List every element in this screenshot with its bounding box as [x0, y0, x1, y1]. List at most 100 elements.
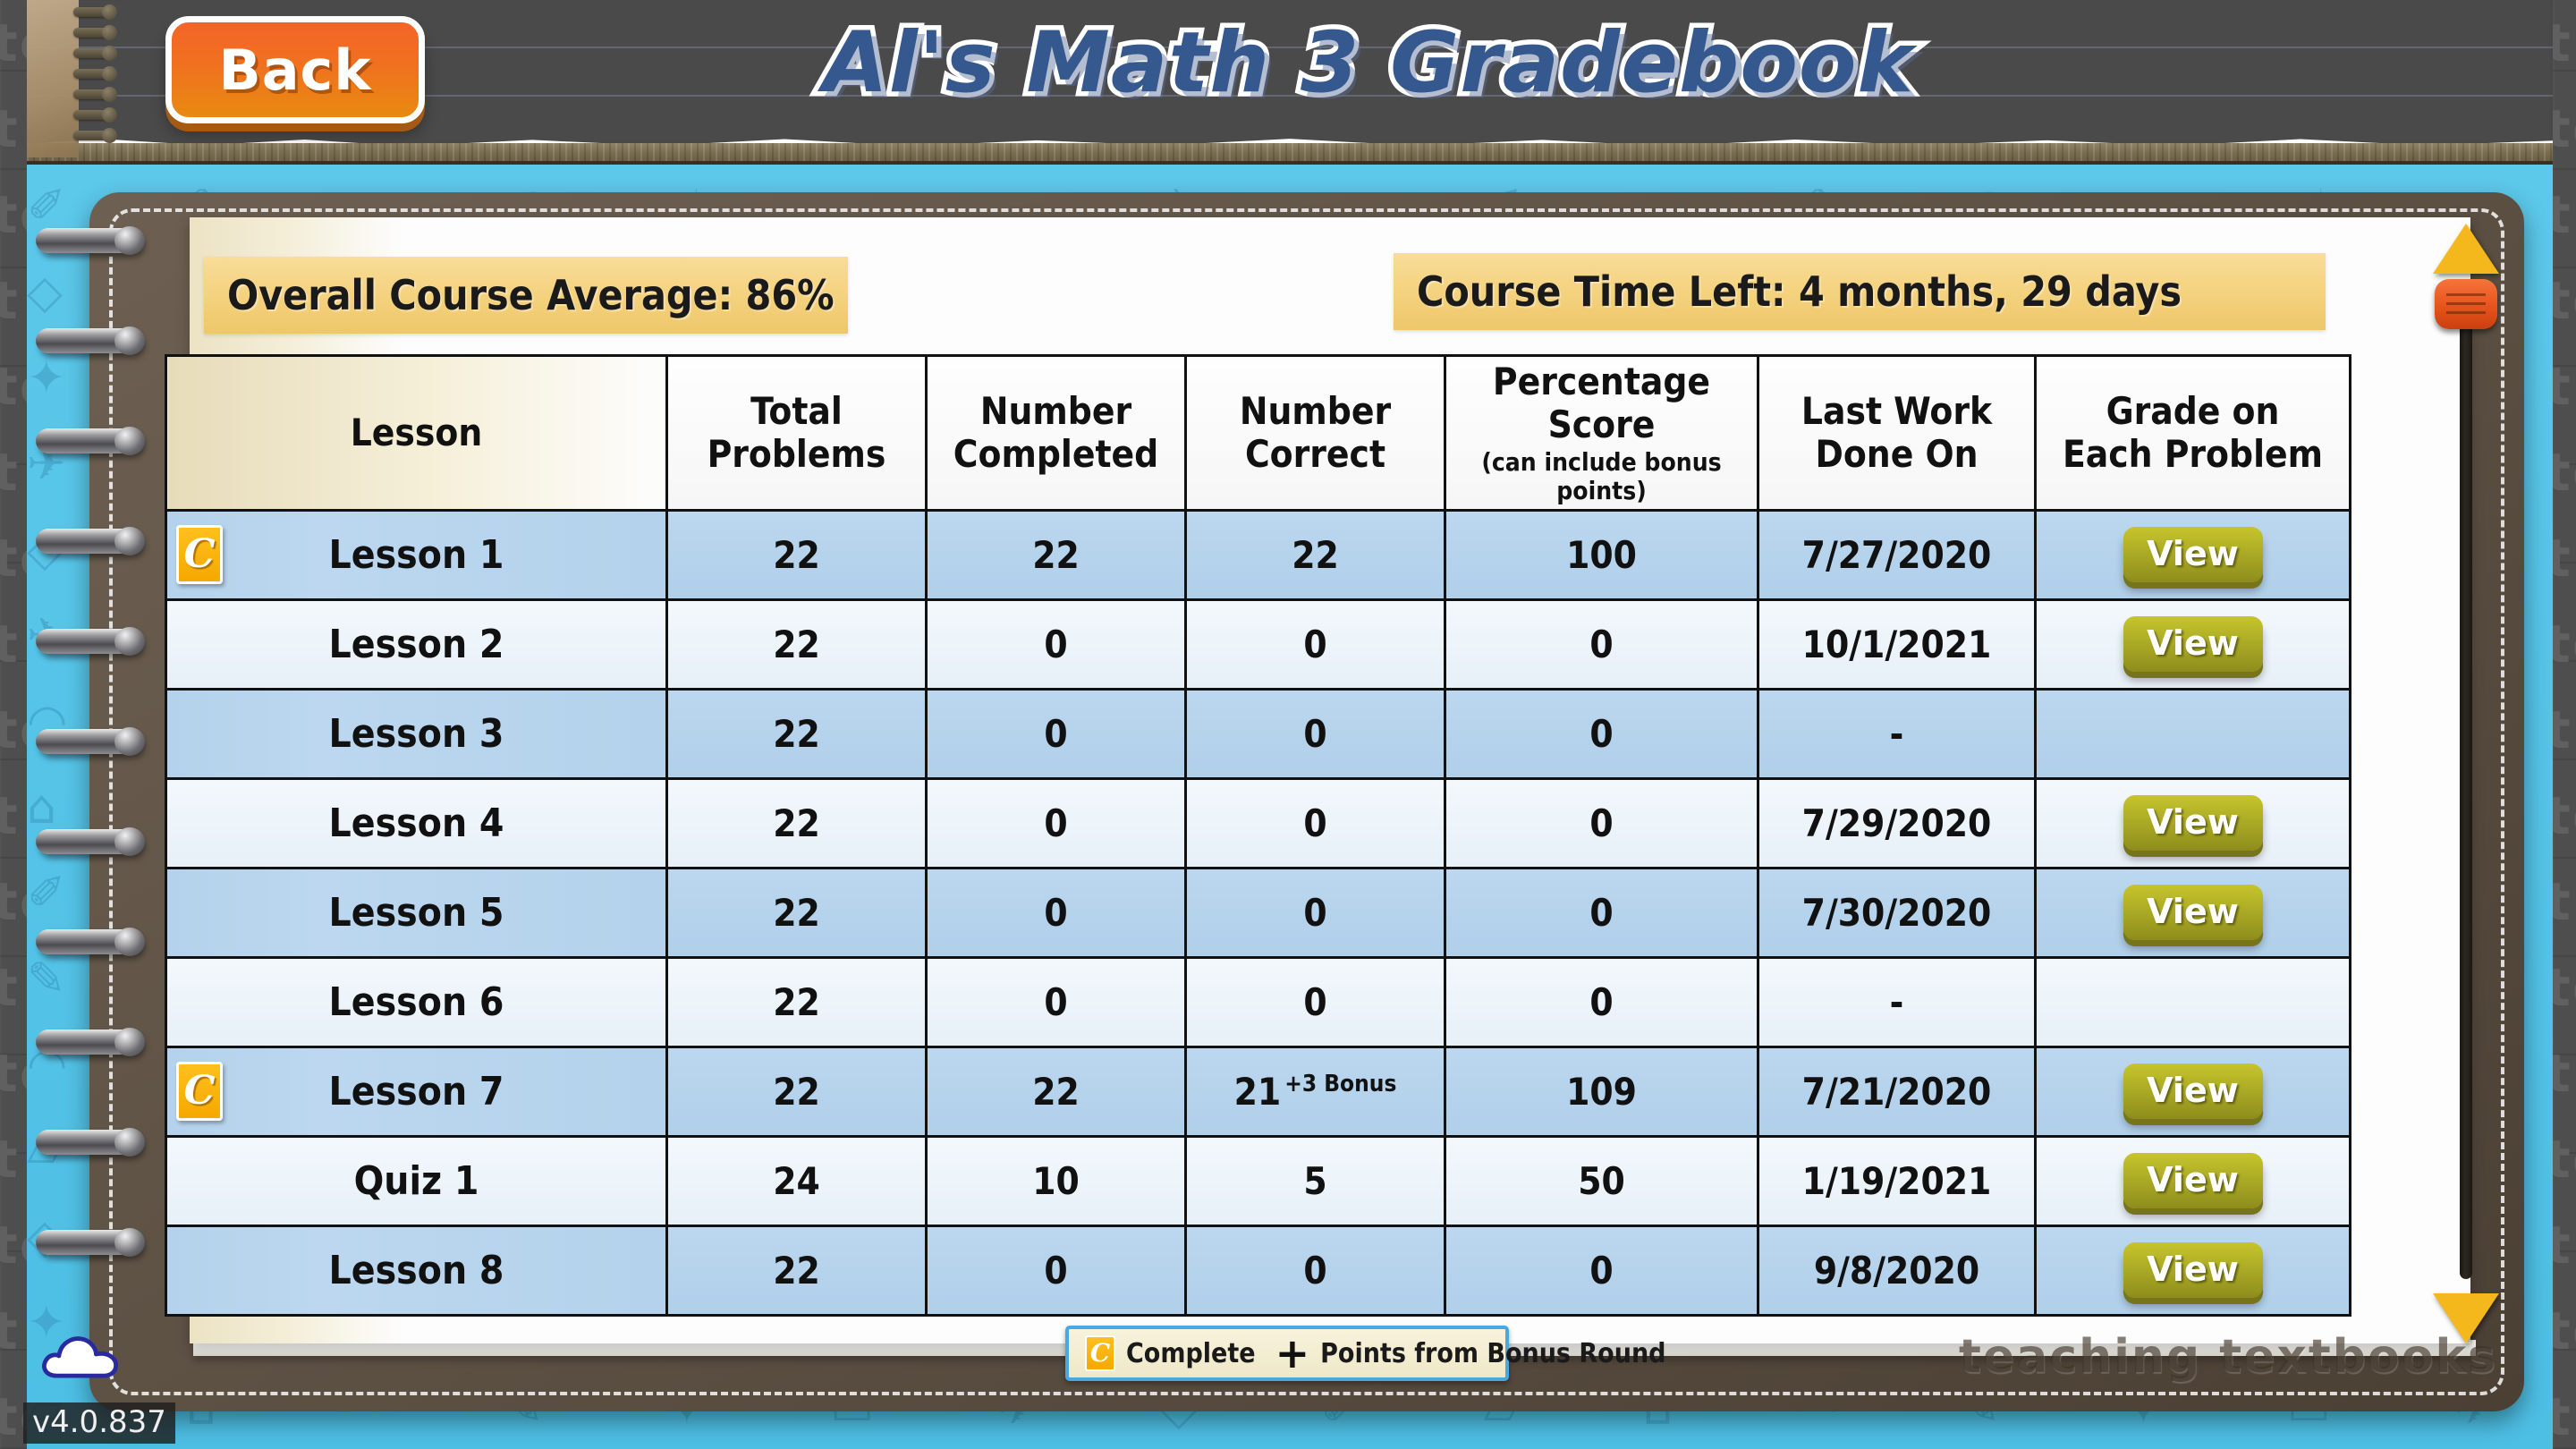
- cell-number-completed: 22: [925, 508, 1187, 601]
- cell-percentage-score: 100: [1444, 508, 1759, 601]
- col-header-number-completed: Number Completed: [925, 354, 1187, 512]
- col-label-total-line2: Problems: [707, 431, 886, 476]
- cell-total-problems: 22: [665, 866, 928, 959]
- cell-lesson: Lesson 3: [165, 687, 668, 780]
- cell-number-completed: 0: [925, 687, 1187, 780]
- cell-lesson: C Lesson 1: [165, 508, 668, 601]
- col-label-percent-line1: Percentage Score: [1492, 360, 1711, 446]
- cell-last-work-done-on: 7/29/2020: [1757, 776, 2037, 869]
- number-correct-value: 21: [1233, 1069, 1282, 1114]
- cell-last-work-done-on: 7/27/2020: [1757, 508, 2037, 601]
- cell-total-problems: 22: [665, 776, 928, 869]
- overall-average-banner: Overall Course Average: 86%: [204, 257, 848, 334]
- cell-grade-each-problem: [2034, 955, 2351, 1048]
- view-button[interactable]: View: [2123, 795, 2263, 852]
- cell-percentage-score: 0: [1444, 1224, 1759, 1317]
- cell-number-completed: 0: [925, 955, 1187, 1048]
- lesson-name: Lesson 5: [328, 889, 504, 936]
- table-row: Quiz 1 24 10 5 50 1/19/2021 View: [165, 1134, 2351, 1227]
- cell-number-completed: 0: [925, 776, 1187, 869]
- cork-corner: [27, 0, 79, 157]
- left-edge-pattern: tettettettettettettettette: [0, 0, 27, 1449]
- pattern-glyphs-right: ttettettettettettettettet: [2553, 13, 2576, 1447]
- cell-total-problems: 24: [665, 1134, 928, 1227]
- table-row: Lesson 5 22 0 0 0 7/30/2020 View: [165, 866, 2351, 959]
- cell-total-problems: 22: [665, 687, 928, 780]
- cell-number-correct: 0: [1184, 687, 1446, 780]
- cell-total-problems: 22: [665, 597, 928, 691]
- col-header-percentage-score: Percentage Score (can include bonus poin…: [1444, 354, 1759, 512]
- cell-grade-each-problem: View: [2034, 597, 2351, 691]
- view-button[interactable]: View: [2123, 616, 2263, 673]
- table-row: Lesson 3 22 0 0 0-: [165, 687, 2351, 780]
- vertical-scrollbar[interactable]: [2428, 224, 2504, 1343]
- legend-bonus-label: Points from Bonus Round: [1320, 1337, 1666, 1369]
- table-row: Lesson 8 22 0 0 0 9/8/2020 View: [165, 1224, 2351, 1317]
- cell-lesson: C Lesson 7: [165, 1045, 668, 1138]
- view-button[interactable]: View: [2123, 1153, 2263, 1209]
- bonus-points-label: +3 Bonus: [1284, 1070, 1397, 1097]
- col-label-completed-line2: Completed: [953, 431, 1159, 476]
- legend-complete-label: Complete: [1126, 1337, 1256, 1369]
- view-button[interactable]: View: [2123, 1063, 2263, 1120]
- legend-bar: C Complete + Points from Bonus Round: [1065, 1326, 1665, 1381]
- cell-number-completed: 22: [925, 1045, 1187, 1138]
- cell-total-problems: 22: [665, 508, 928, 601]
- cell-grade-each-problem: View: [2034, 1045, 2351, 1138]
- cell-last-work-done-on: 7/21/2020: [1757, 1045, 2037, 1138]
- cell-number-correct: 0: [1184, 866, 1446, 959]
- back-button-label: Back: [218, 37, 372, 103]
- cell-lesson: Lesson 8: [165, 1224, 668, 1317]
- scrollbar-thumb[interactable]: [2435, 279, 2497, 329]
- col-header-grade-each-problem: Grade on Each Problem: [2034, 354, 2351, 512]
- col-label-lastwork-line2: Done On: [1815, 431, 1979, 476]
- table-body: C Lesson 1 22 22 22 100 7/27/2020 View Lesson 22…: [165, 508, 2351, 1317]
- cell-number-completed: 0: [925, 866, 1187, 959]
- scrollbar-track[interactable]: [2460, 288, 2472, 1279]
- number-correct-value: 0: [1303, 890, 1327, 935]
- scroll-up-arrow-icon[interactable]: [2433, 224, 2499, 274]
- cell-last-work-done-on: -: [1757, 687, 2037, 780]
- table-row: Lesson 4 22 0 0 0 7/29/2020 View: [165, 776, 2351, 869]
- table-header-row: Lesson Total Problems Number Completed N…: [165, 354, 2351, 512]
- col-label-correct-line2: Correct: [1244, 431, 1386, 476]
- back-button[interactable]: Back: [165, 16, 425, 123]
- cell-percentage-score: 109: [1444, 1045, 1759, 1138]
- cell-lesson: Lesson 2: [165, 597, 668, 691]
- cell-last-work-done-on: -: [1757, 955, 2037, 1048]
- lesson-name: Lesson 6: [328, 979, 504, 1025]
- pattern-glyphs: tettettettettettettettette: [0, 13, 27, 1447]
- cell-percentage-score: 0: [1444, 597, 1759, 691]
- col-header-total-problems: Total Problems: [665, 354, 928, 512]
- cell-number-correct: 0: [1184, 1224, 1446, 1317]
- complete-badge-icon: C: [176, 1062, 223, 1122]
- cell-number-correct: 21 +3 Bonus: [1184, 1045, 1446, 1138]
- number-correct-value: 0: [1303, 711, 1327, 756]
- cell-lesson: Lesson 6: [165, 955, 668, 1048]
- number-correct-value: 0: [1303, 1248, 1327, 1292]
- cell-grade-each-problem: View: [2034, 1224, 2351, 1317]
- col-label-lesson: Lesson: [350, 410, 483, 454]
- lesson-name: Lesson 4: [328, 800, 504, 846]
- cardboard-edge: [27, 143, 2553, 165]
- lesson-name: Lesson 3: [328, 710, 504, 757]
- table-header: Lesson Total Problems Number Completed N…: [165, 354, 2351, 512]
- lesson-name: Quiz 1: [353, 1157, 479, 1204]
- legend-bonus-group: + Points from Bonus Round: [1275, 1333, 1666, 1374]
- cell-number-completed: 0: [925, 1224, 1187, 1317]
- side-spiral-binding: [36, 226, 152, 1292]
- gradebook-screen: tettettettettettettettette ttettettettet…: [0, 0, 2576, 1449]
- view-button[interactable]: View: [2123, 527, 2263, 583]
- col-header-lesson: Lesson: [165, 354, 668, 512]
- course-time-left-text: Course Time Left: 4 months, 29 days: [1417, 267, 2182, 316]
- view-button[interactable]: View: [2123, 885, 2263, 941]
- number-correct-value: 0: [1303, 801, 1327, 845]
- view-button[interactable]: View: [2123, 1242, 2263, 1299]
- col-label-total-line1: Total: [750, 388, 843, 433]
- col-label-grade-line2: Each Problem: [2062, 431, 2324, 476]
- cell-lesson: Lesson 5: [165, 866, 668, 959]
- cell-number-correct: 5: [1184, 1134, 1446, 1227]
- table-row: Lesson 6 22 0 0 0-: [165, 955, 2351, 1048]
- cell-grade-each-problem: View: [2034, 508, 2351, 601]
- cell-last-work-done-on: 10/1/2021: [1757, 597, 2037, 691]
